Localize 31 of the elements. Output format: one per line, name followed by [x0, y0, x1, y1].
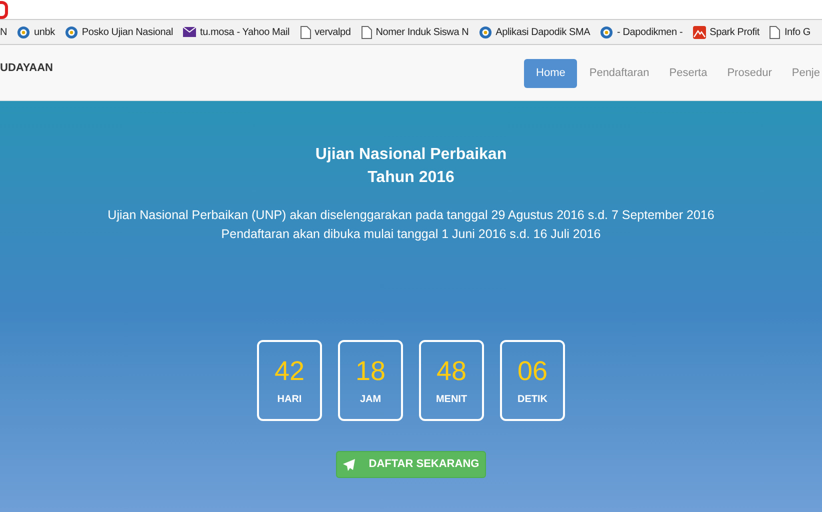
- bookmark[interactable]: tu.mosa - Yahoo Mail: [182, 24, 290, 40]
- bookmark[interactable]: - Dapodikmen -: [600, 24, 683, 40]
- bookmark[interactable]: unbk: [17, 24, 55, 40]
- countdown-unit: MENIT: [436, 393, 468, 407]
- globe-icon: [64, 26, 78, 38]
- bookmark[interactable]: N: [0, 24, 8, 40]
- countdown-value: 42: [274, 356, 305, 386]
- bookmark[interactable]: vervalpd: [300, 24, 351, 40]
- bookmark[interactable]: Aplikasi Dapodik SMA: [478, 24, 590, 40]
- globe-icon: [600, 26, 614, 38]
- envelope-icon: [182, 27, 196, 37]
- hero-description: Ujian Nasional Perbaikan (UNP) akan diselenggarakan pada tanggal 29 Agustus 2016 s.d. 7 September 2016 Pendaftaran akan dibuka mulai tanggal 1 Juni 2016 s.d. 16 Juli 2016: [108, 207, 714, 243]
- globe-icon: [478, 26, 492, 38]
- page-icon: [360, 26, 372, 38]
- countdown-unit: DETIK: [518, 393, 548, 407]
- bookmark[interactable]: Posko Ujian Nasional: [64, 24, 173, 40]
- mountain-icon: [692, 26, 706, 38]
- hero-title: Ujian Nasional Perbaikan Tahun 2016: [315, 145, 507, 188]
- countdown-unit: JAM: [360, 393, 382, 407]
- countdown-value: 06: [517, 356, 548, 386]
- page-icon: [300, 26, 311, 38]
- bookmark[interactable]: Spark Profit: [692, 24, 760, 40]
- countdown-value: 48: [436, 356, 467, 386]
- countdown-value: 18: [355, 356, 386, 386]
- paper-plane-icon: [342, 458, 355, 470]
- page-icon: [769, 26, 780, 38]
- site-brand: UDAYAAN: [0, 61, 53, 76]
- bookmark[interactable]: Nomer Induk Siswa N: [360, 24, 469, 40]
- bookmark[interactable]: Info G: [769, 24, 810, 40]
- countdown-unit: HARI: [277, 393, 302, 407]
- globe-icon: [17, 26, 30, 38]
